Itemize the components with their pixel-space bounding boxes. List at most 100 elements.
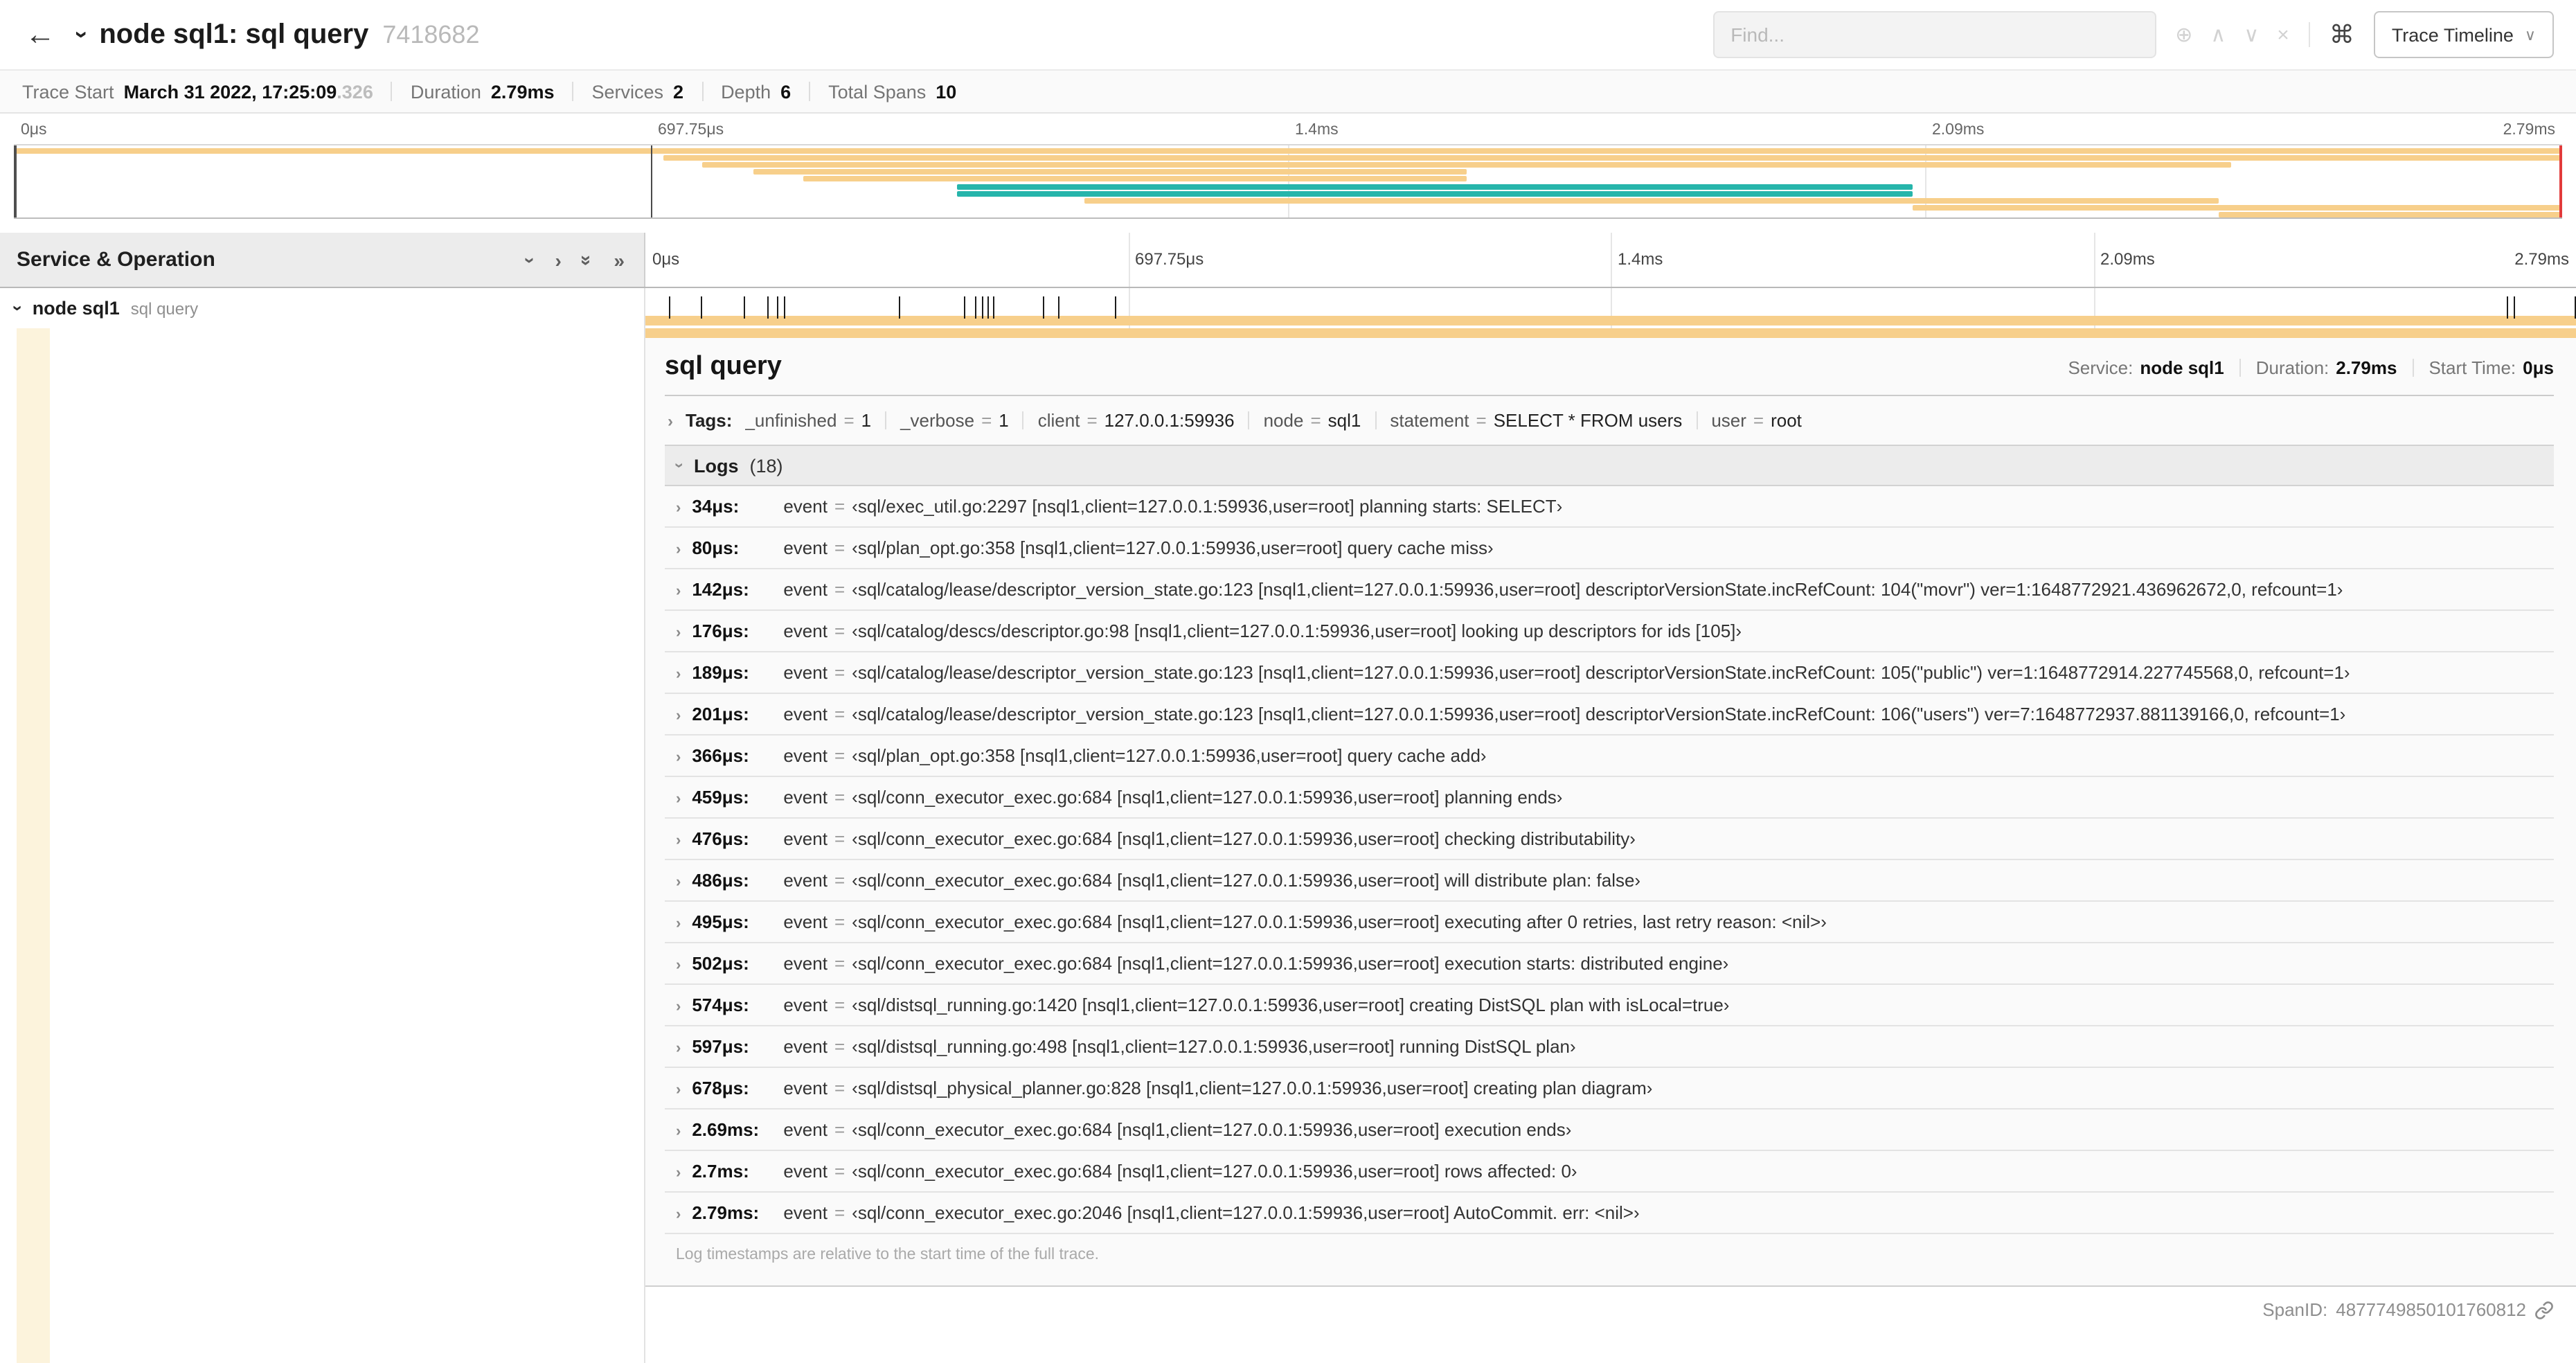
log-entry-row[interactable]: › 189μs: event = ‹sql/catalog/lease/descript… [665, 652, 2554, 694]
span-detail-title: sql query [665, 352, 782, 381]
focus-match-icon[interactable]: ⊕ [2175, 22, 2192, 47]
divider [2412, 359, 2414, 377]
chevron-right-icon: › [676, 999, 681, 1015]
span-row: › node sql1 sql query [0, 288, 2576, 328]
span-name-cell[interactable]: › node sql1 sql query [0, 288, 645, 328]
time-tick-label: 697.75μs [1135, 249, 1204, 269]
viewport-left-handle[interactable] [14, 145, 17, 217]
log-entry-row[interactable]: › 2.79ms: event = ‹sql/conn_executor_exec.go… [665, 1193, 2554, 1234]
log-entry-row[interactable]: › 366μs: event = ‹sql/plan_opt.go:358 [nsql1… [665, 736, 2554, 777]
log-field-value: ‹sql/catalog/lease/descriptor_version_st… [852, 579, 2343, 600]
log-entry-row[interactable]: › 176μs: event = ‹sql/catalog/descs/descript… [665, 611, 2554, 652]
time-tick-label: 1.4ms [1295, 122, 1339, 139]
collapse-trace-chevron-icon[interactable]: › [68, 30, 96, 38]
summary-label: Services [591, 81, 664, 102]
log-entry-row[interactable]: › 678μs: event = ‹sql/distsql_physical_plann… [665, 1068, 2554, 1110]
summary-item: Depth 6 [721, 81, 791, 102]
log-field-key: event [783, 537, 828, 558]
tag-value: root [1771, 410, 1802, 431]
log-entry-row[interactable]: › 486μs: event = ‹sql/conn_executor_exec.go:… [665, 860, 2554, 902]
log-entry-row[interactable]: › 2.69ms: event = ‹sql/conn_executor_exec.go… [665, 1110, 2554, 1151]
divider [1696, 411, 1698, 429]
time-tick-label: 0μs [652, 249, 680, 269]
divider [1248, 411, 1250, 429]
expand-one-icon[interactable]: › [555, 250, 561, 269]
span-bar-row[interactable] [645, 288, 2576, 328]
viewport-right-scrubber[interactable] [2559, 145, 2562, 217]
find-input[interactable] [1712, 11, 2156, 58]
trace-view-label: Trace Timeline [2391, 24, 2514, 45]
log-field-value: ‹sql/distsql_physical_planner.go:828 [ns… [852, 1078, 1653, 1098]
expand-all-icon[interactable]: » [614, 250, 625, 269]
equals-sign: = [981, 410, 992, 431]
log-entry-row[interactable]: › 201μs: event = ‹sql/catalog/lease/descript… [665, 694, 2554, 736]
log-field: event = ‹sql/catalog/lease/descriptor_vers… [783, 662, 2350, 683]
summary-value: 10 [936, 81, 957, 102]
chevron-right-icon: › [676, 666, 681, 683]
log-timestamp: 2.7ms: [692, 1161, 749, 1182]
back-button[interactable]: ← [25, 17, 55, 53]
tag-key: client [1037, 410, 1080, 431]
log-field-value: ‹sql/distsql_running.go:1420 [nsql1,clie… [852, 995, 1730, 1015]
service-name: node sql1 [32, 298, 120, 319]
next-match-icon[interactable]: ∨ [2244, 22, 2259, 47]
log-field-key: event [783, 579, 828, 600]
log-timestamp: 574μs: [692, 995, 749, 1015]
span-collapse-icon[interactable]: › [8, 305, 28, 312]
log-field-key: event [783, 911, 828, 932]
log-entry-row[interactable]: › 502μs: event = ‹sql/conn_executor_exec.go:… [665, 943, 2554, 985]
span-indent-guide[interactable] [17, 328, 50, 1363]
log-entry-row[interactable]: › 2.7ms: event = ‹sql/conn_executor_exec.go:… [665, 1151, 2554, 1193]
top-bar: ← › node sql1: sql query 7418682 ⊕ ∧ ∨ ×… [0, 0, 2576, 69]
collapse-one-icon[interactable]: › [520, 256, 542, 262]
log-marker-tick [784, 296, 786, 319]
log-entry-row[interactable]: › 476μs: event = ‹sql/conn_executor_exec.go:… [665, 819, 2554, 860]
tags-accordian[interactable]: › Tags: _unfinished = 1 _verbose = 1 client = 12… [665, 396, 2554, 445]
logs-accordian-header[interactable]: › Logs (18) [665, 445, 2554, 486]
divider [1022, 411, 1024, 429]
trace-view-dropdown[interactable]: Trace Timeline ∨ [2373, 11, 2554, 58]
divider [2308, 22, 2310, 47]
log-timestamp: 201μs: [692, 704, 749, 724]
log-entry-row[interactable]: › 495μs: event = ‹sql/conn_executor_exec.go:… [665, 902, 2554, 943]
span-duration-bar[interactable] [645, 316, 2576, 326]
log-field-key: event [783, 1036, 828, 1057]
trace-timeline-page: ← › node sql1: sql query 7418682 ⊕ ∧ ∨ ×… [0, 0, 2576, 1363]
log-field: event = ‹sql/conn_executor_exec.go:684 [ns… [783, 828, 1636, 849]
log-field-key: event [783, 745, 828, 766]
tag-item[interactable]: client = 127.0.0.1:59936 [1038, 410, 1235, 431]
log-entry-row[interactable]: › 597μs: event = ‹sql/distsql_running.go:498… [665, 1026, 2554, 1068]
log-entry-row[interactable]: › 34μs: event = ‹sql/exec_util.go:2297 [nsql… [665, 486, 2554, 528]
log-timestamp: 2.69ms: [692, 1119, 760, 1140]
log-entry-row[interactable]: › 574μs: event = ‹sql/distsql_running.go:142… [665, 985, 2554, 1026]
chevron-right-icon: › [676, 874, 681, 891]
chevron-right-icon: › [676, 1165, 681, 1182]
deep-link-icon[interactable] [2534, 1300, 2554, 1319]
tag-item[interactable]: _unfinished = 1 [744, 410, 871, 431]
log-field-value: ‹sql/exec_util.go:2297 [nsql1,client=127… [852, 496, 1563, 517]
tag-item[interactable]: user = root [1711, 410, 1802, 431]
chevron-right-icon: › [676, 957, 681, 974]
detail-left-column [0, 328, 645, 1363]
log-entry-row[interactable]: › 80μs: event = ‹sql/plan_opt.go:358 [nsql1,… [665, 528, 2554, 569]
summary-value: March 31 2022, 17:25:09 [123, 81, 337, 102]
log-field: event = ‹sql/exec_util.go:2297 [nsql1,clie… [783, 496, 1562, 517]
equals-sign: = [834, 953, 846, 974]
log-timestamp: 2.79ms: [692, 1202, 760, 1223]
tag-item[interactable]: _verbose = 1 [900, 410, 1009, 431]
summary-value: 6 [780, 81, 791, 102]
tag-item[interactable]: statement = SELECT * FROM users [1390, 410, 1682, 431]
summary-item: Duration 2.79ms [411, 81, 555, 102]
keyboard-shortcuts-button[interactable]: ⌘ [2324, 20, 2360, 49]
log-entry-row[interactable]: › 459μs: event = ‹sql/conn_executor_exec.go:… [665, 777, 2554, 819]
chevron-right-icon: › [676, 1040, 681, 1057]
detail-right-column: sql query Service: node sql1 Duration: 2.7… [645, 328, 2576, 1363]
minimap-canvas[interactable] [14, 144, 2562, 219]
duration-meta: Duration: 2.79ms [2255, 357, 2397, 378]
prev-match-icon[interactable]: ∧ [2210, 22, 2226, 47]
tag-item[interactable]: node = sql1 [1264, 410, 1361, 431]
clear-search-icon[interactable]: × [2277, 23, 2289, 46]
divider [809, 82, 811, 101]
log-entry-row[interactable]: › 142μs: event = ‹sql/catalog/lease/descript… [665, 569, 2554, 611]
collapse-all-icon[interactable]: » [577, 254, 599, 265]
